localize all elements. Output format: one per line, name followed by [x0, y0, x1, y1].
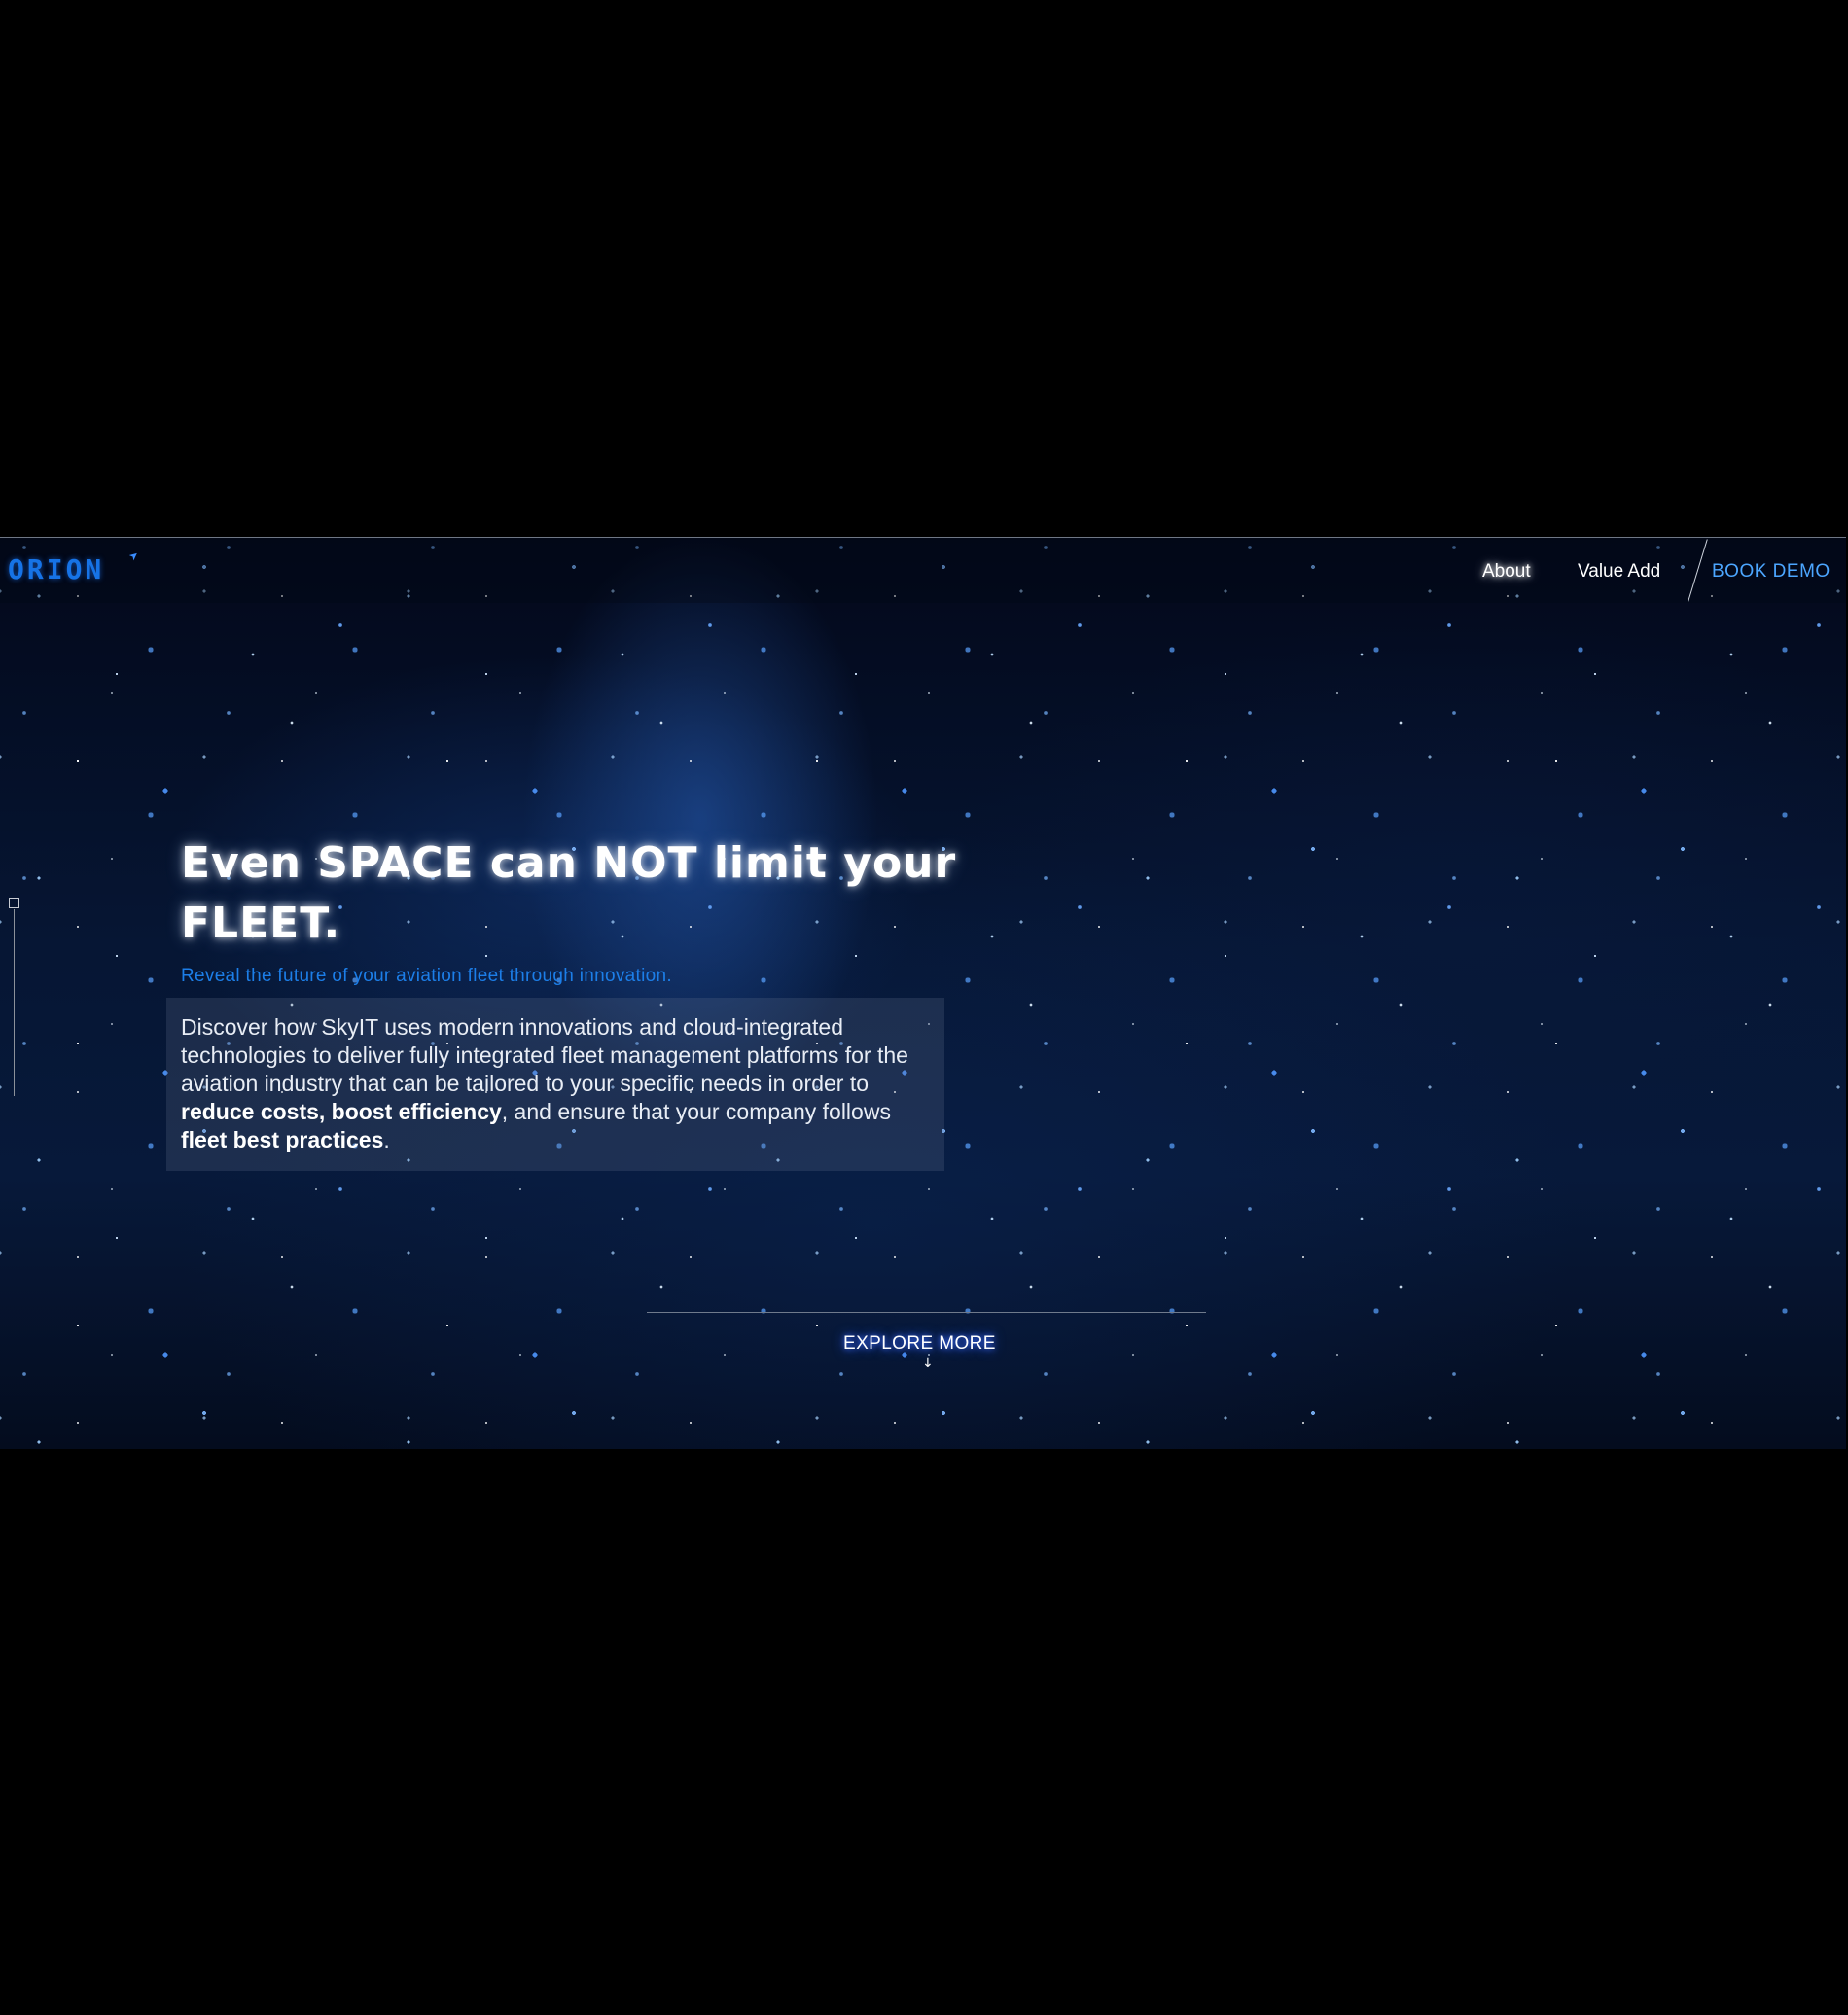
- description-highlight: reduce costs, boost efficiency: [181, 1099, 502, 1124]
- nav-link-about[interactable]: About: [1482, 561, 1531, 583]
- orion-logo[interactable]: ORION: [8, 553, 104, 585]
- hero-viewport: ORION ➤ About Value Add BOOK DEMO Even S…: [0, 537, 1846, 1449]
- top-navigation: ORION ➤ About Value Add BOOK DEMO: [0, 538, 1846, 603]
- square-indicator-icon[interactable]: [9, 898, 19, 908]
- arrow-icon: ➤: [125, 548, 142, 564]
- hero-headline-line2: FLEET.: [181, 899, 341, 948]
- description-text: Discover how SkyIT uses modern innovatio…: [181, 1014, 908, 1096]
- nav-divider: [1688, 539, 1708, 602]
- description-highlight: fleet best practices: [181, 1127, 384, 1152]
- hero-subheadline: Reveal the future of your aviation fleet…: [181, 966, 672, 986]
- scroll-progress-line: [14, 909, 15, 1096]
- hero-headline: Even SPACE can NOT limit your FLEET.: [181, 833, 959, 954]
- description-text: .: [383, 1127, 390, 1152]
- explore-divider: [647, 1312, 1206, 1313]
- arrow-down-icon[interactable]: ↓: [922, 1357, 934, 1370]
- explore-more-link[interactable]: EXPLORE MORE: [843, 1333, 996, 1355]
- book-demo-button[interactable]: BOOK DEMO: [1712, 561, 1830, 583]
- description-text: , and ensure that your company follows: [501, 1099, 891, 1124]
- hero-headline-line1: Even SPACE can NOT limit your: [181, 838, 957, 888]
- nav-link-value-add[interactable]: Value Add: [1578, 561, 1660, 583]
- hero-description: Discover how SkyIT uses modern innovatio…: [166, 998, 944, 1171]
